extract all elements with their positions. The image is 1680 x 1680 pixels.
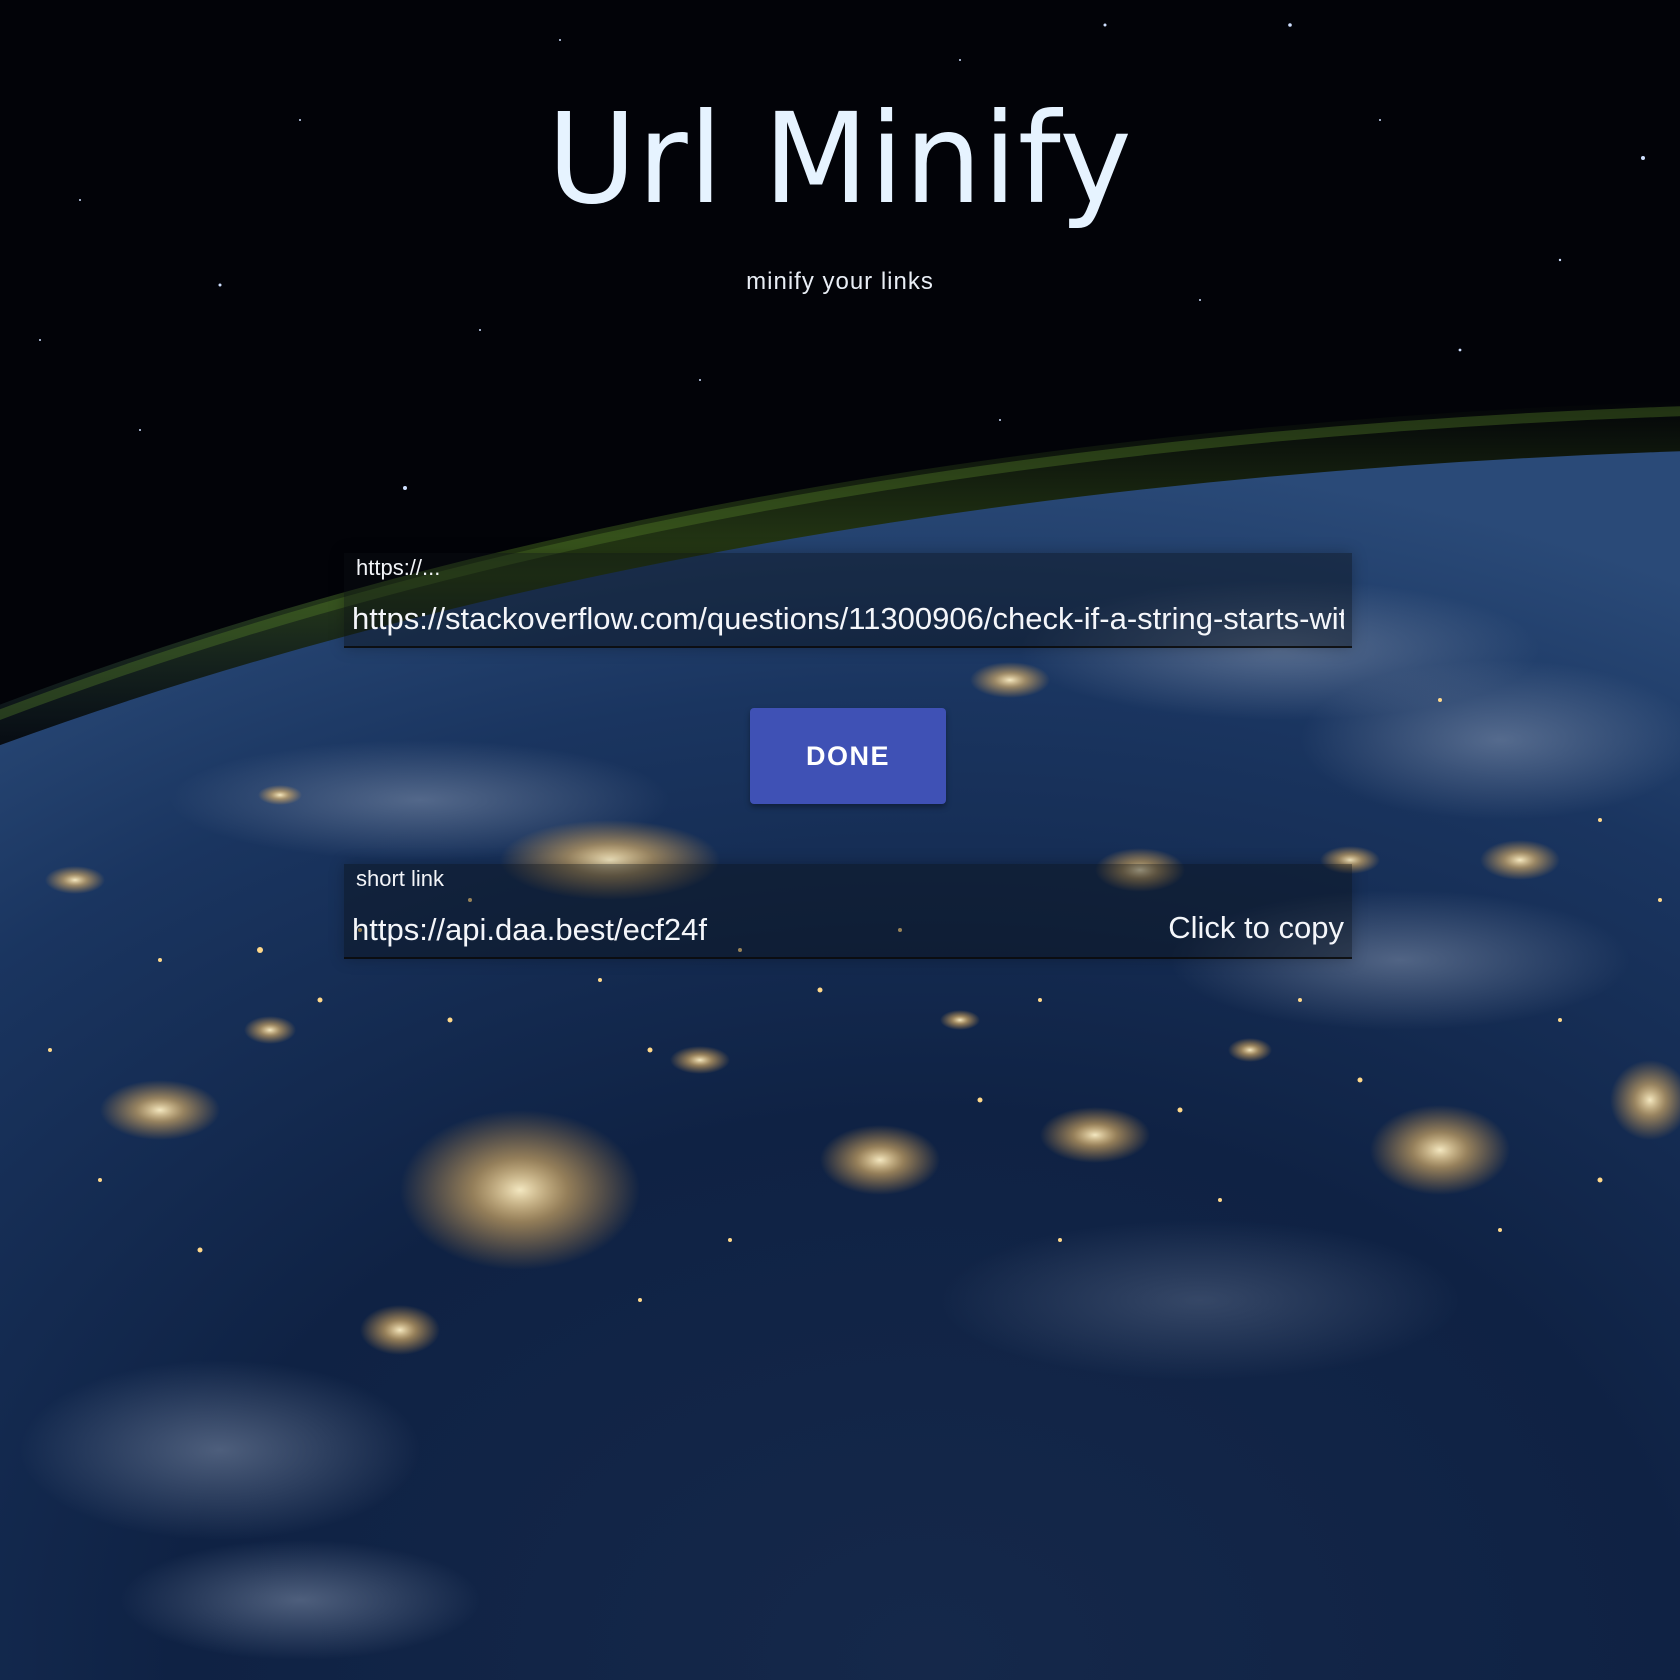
short-link-field[interactable]: short link Click to copy [344,864,1352,959]
long-url-input[interactable] [352,597,1344,641]
app-title: Url Minify [547,86,1133,232]
long-url-field[interactable]: https://... [344,553,1352,648]
done-button[interactable]: DONE [750,708,946,804]
app-subtitle: minify your links [746,268,934,295]
short-link-label: short link [356,866,445,891]
long-url-label: https://... [356,555,441,580]
short-link-input[interactable] [352,908,1112,952]
copy-button[interactable]: Click to copy [1168,910,1344,946]
